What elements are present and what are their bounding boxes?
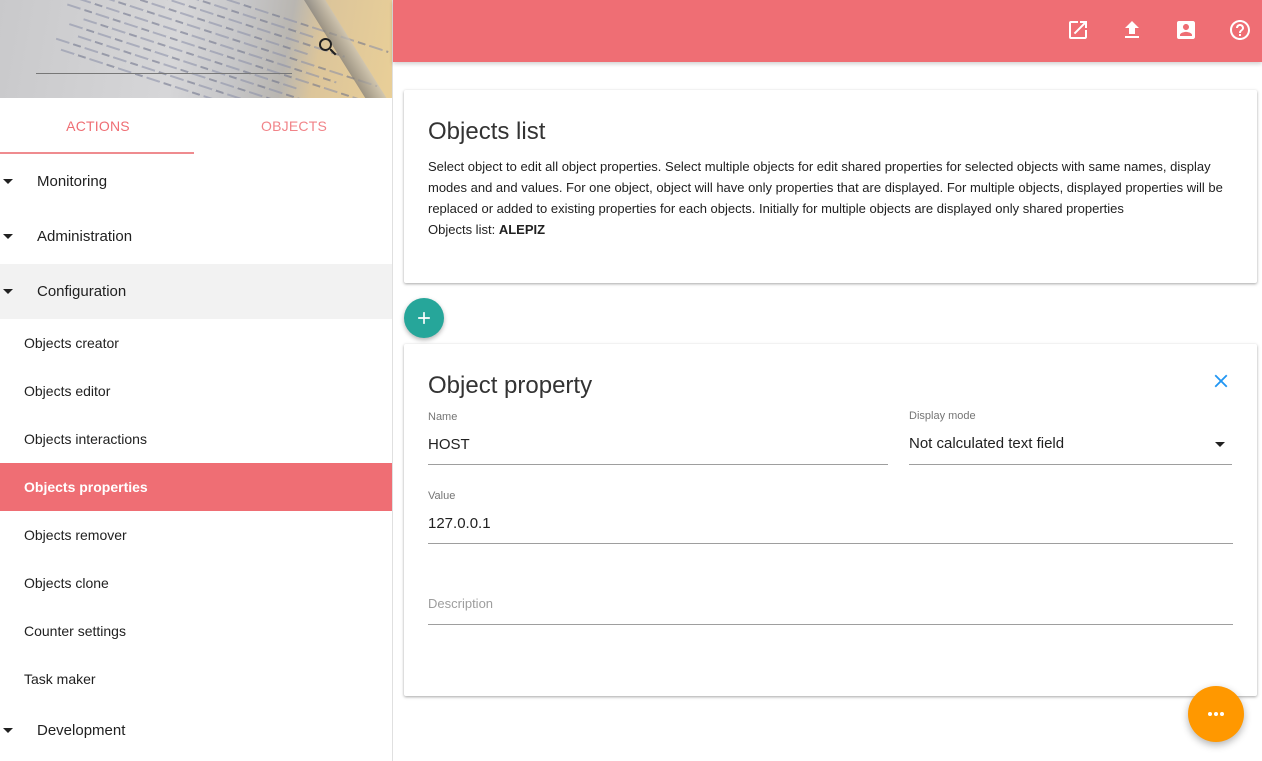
menu-group-monitoring[interactable]: Monitoring: [0, 154, 392, 209]
contact-card-icon[interactable]: [1174, 18, 1198, 42]
value-underline: [428, 543, 1233, 544]
value-field[interactable]: 127.0.0.1: [428, 515, 491, 532]
caret-down-icon: [3, 234, 13, 239]
object-property-card: Object property Name HOST Display mode N…: [404, 344, 1257, 696]
sidebar-header-image: [0, 0, 392, 98]
menu-group-configuration[interactable]: Configuration: [0, 264, 392, 319]
description-underline: [428, 624, 1233, 625]
caret-down-icon: [3, 289, 13, 294]
menu-item-task-maker[interactable]: Task maker: [0, 655, 392, 703]
menu-group-development[interactable]: Development: [0, 703, 392, 758]
menu-group-label: Development: [37, 722, 126, 739]
description-field[interactable]: Description: [428, 596, 493, 611]
help-icon[interactable]: [1228, 18, 1252, 42]
caret-down-icon: [3, 179, 13, 184]
card-title: Objects list: [428, 118, 546, 145]
more-actions-button[interactable]: [1188, 686, 1244, 742]
menu-item-counter-settings[interactable]: Counter settings: [0, 607, 392, 655]
sidebar: ACTIONS OBJECTS Monitoring Administratio…: [0, 0, 393, 761]
close-icon[interactable]: [1210, 370, 1232, 392]
card-title: Object property: [428, 372, 593, 399]
menu-item-objects-creator[interactable]: Objects creator: [0, 319, 392, 367]
menu-item-objects-interactions[interactable]: Objects interactions: [0, 415, 392, 463]
name-underline: [428, 464, 888, 465]
search-input[interactable]: [36, 73, 292, 74]
menu-group-label: Administration: [37, 228, 133, 245]
name-label: Name: [428, 411, 458, 423]
value-label: Value: [428, 490, 456, 502]
menu-item-objects-properties[interactable]: Objects properties: [0, 463, 392, 511]
menu-item-objects-editor[interactable]: Objects editor: [0, 367, 392, 415]
search-icon[interactable]: [316, 35, 340, 59]
menu-item-objects-clone[interactable]: Objects clone: [0, 559, 392, 607]
objects-list-value: ALEPIZ: [498, 222, 546, 237]
actions-menu: Monitoring Administration Configuration …: [0, 154, 392, 758]
dropdown-arrow-icon[interactable]: [1215, 442, 1225, 447]
tab-actions[interactable]: ACTIONS: [0, 98, 196, 154]
upload-icon[interactable]: [1120, 18, 1144, 42]
objects-list-label: Objects list:: [428, 222, 496, 237]
menu-group-label: Configuration: [37, 283, 127, 300]
more-horizontal-icon: [1208, 712, 1224, 716]
objects-list-card: Objects list Select object to edit all o…: [404, 90, 1257, 283]
display-mode-select[interactable]: Not calculated text field: [909, 435, 1064, 452]
card-description: Select object to edit all object propert…: [428, 159, 1223, 216]
menu-group-administration[interactable]: Administration: [0, 209, 392, 264]
caret-down-icon: [3, 728, 13, 733]
objects-list-line: Objects list: ALEPIZ: [428, 219, 1233, 240]
menu-item-objects-remover[interactable]: Objects remover: [0, 511, 392, 559]
menu-group-label: Monitoring: [37, 173, 108, 190]
open-in-new-icon[interactable]: [1066, 18, 1090, 42]
plus-icon: [418, 312, 430, 324]
display-mode-underline: [909, 464, 1232, 465]
add-property-button[interactable]: [404, 298, 444, 338]
display-mode-label: Display mode: [909, 410, 976, 422]
sidebar-tabs: ACTIONS OBJECTS: [0, 98, 392, 154]
tab-objects[interactable]: OBJECTS: [196, 98, 392, 154]
top-app-bar: [393, 0, 1262, 62]
name-field[interactable]: HOST: [428, 436, 470, 453]
